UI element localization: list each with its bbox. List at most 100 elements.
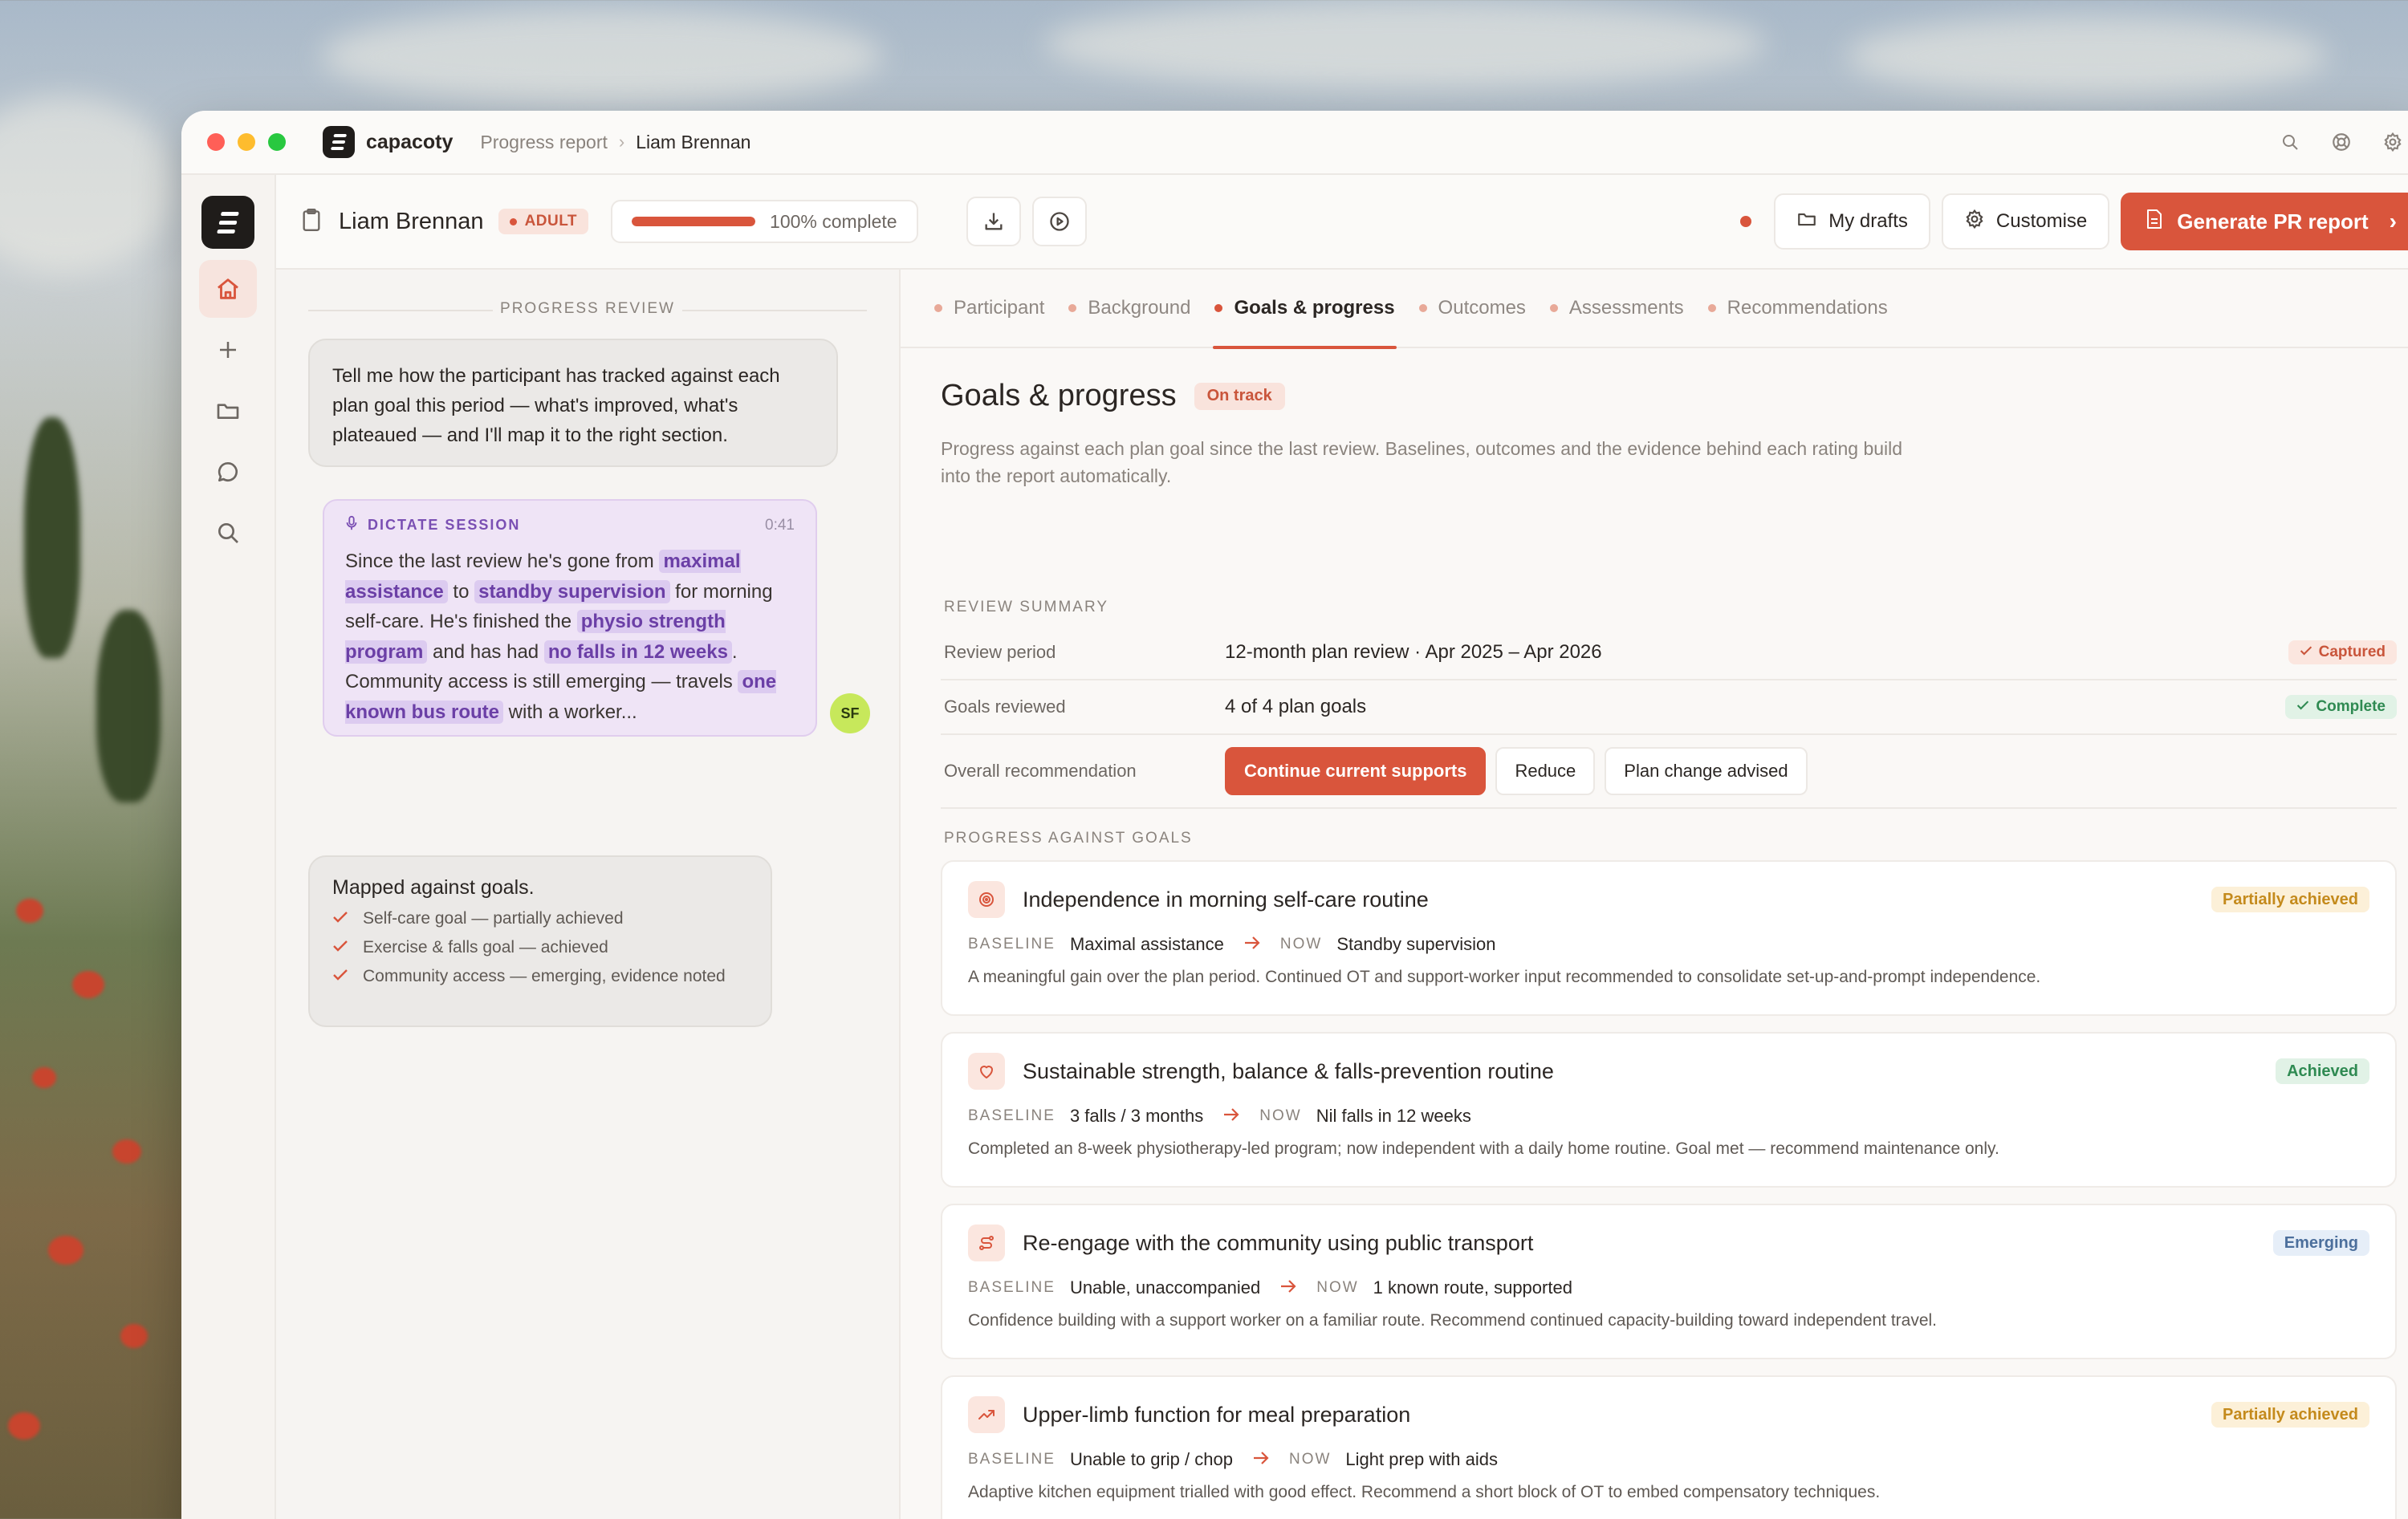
goal-description: Confidence building with a support worke…	[968, 1311, 1938, 1330]
dictate-timer: 0:41	[765, 516, 795, 534]
row-value: 12-month plan review · Apr 2025 – Apr 20…	[1225, 641, 1602, 663]
gear-icon	[1964, 209, 1985, 235]
arrow-right-icon	[1279, 1277, 1297, 1298]
tab-background[interactable]: Background	[1067, 269, 1192, 347]
check-icon	[332, 909, 348, 928]
check-icon	[2300, 644, 2312, 661]
row-label: Overall recommendation	[944, 761, 1137, 781]
baseline-label: BASELINE	[968, 1107, 1056, 1124]
section-title: Goals & progress	[941, 379, 1177, 412]
check-icon	[332, 938, 348, 957]
home-icon[interactable]	[199, 260, 257, 318]
clipboard-icon	[300, 207, 323, 237]
tab-participant[interactable]: Participant	[933, 269, 1046, 347]
close-window-button[interactable]	[207, 133, 225, 151]
trend-up-icon	[968, 1396, 1005, 1433]
goal-title: Upper-limb function for meal preparation	[1023, 1402, 1411, 1427]
customise-button[interactable]: Customise	[1941, 193, 2110, 250]
goal-title: Re-engage with the community using publi…	[1023, 1230, 1534, 1255]
check-icon	[332, 967, 348, 986]
recording-indicator	[1740, 216, 1752, 227]
dictate-label: DICTATE SESSION	[368, 517, 521, 533]
section-description: Progress against each plan goal since th…	[941, 438, 1903, 486]
goal-description: Completed an 8-week physiotherapy-led pr…	[968, 1139, 1999, 1158]
status-badge: Complete	[2285, 695, 2397, 719]
target-icon	[968, 881, 1005, 918]
option-continue-supports[interactable]: Continue current supports	[1225, 747, 1487, 795]
dictate-session-card: DICTATE SESSION 0:41 Since the last revi…	[323, 499, 817, 737]
check-icon	[2296, 698, 2309, 716]
goal-title: Independence in morning self-care routin…	[1023, 887, 1429, 912]
now-value: Nil falls in 12 weeks	[1316, 1106, 1471, 1126]
help-icon[interactable]	[2329, 130, 2353, 154]
play-button[interactable]	[1031, 197, 1087, 246]
status-badge: Partially achieved	[2211, 887, 2369, 912]
goal-card[interactable]: Upper-limb function for meal preparation…	[941, 1375, 2397, 1519]
plus-icon[interactable]	[199, 321, 257, 379]
document-icon	[2145, 209, 2164, 235]
avatar: SF	[830, 693, 870, 733]
status-badge: On track	[1194, 382, 1285, 410]
chevron-right-icon: ›	[2389, 209, 2397, 234]
my-drafts-button[interactable]: My drafts	[1774, 193, 1930, 250]
app-logo-icon[interactable]	[201, 196, 254, 249]
folder-icon[interactable]	[199, 382, 257, 440]
app-window: capacoty Progress report › Liam Brennan	[181, 111, 2408, 1519]
option-reduce[interactable]: Reduce	[1495, 747, 1596, 795]
participant-name: Liam Brennan	[339, 208, 484, 234]
option-plan-change[interactable]: Plan change advised	[1605, 747, 1808, 795]
highlight-phrase: standby supervision	[474, 579, 670, 603]
recommendation-row: Overall recommendation Continue current …	[941, 735, 2397, 809]
chat-icon[interactable]	[199, 443, 257, 501]
now-value: Standby supervision	[1336, 934, 1496, 954]
baseline-label: BASELINE	[968, 1451, 1056, 1468]
tab-outcomes[interactable]: Outcomes	[1418, 269, 1527, 347]
row-value: 4 of 4 plan goals	[1225, 696, 1367, 717]
goal-title: Sustainable strength, balance & falls-pr…	[1023, 1058, 1554, 1083]
goal-card[interactable]: Sustainable strength, balance & falls-pr…	[941, 1032, 2397, 1188]
search-icon[interactable]	[2278, 130, 2302, 154]
goal-card[interactable]: Re-engage with the community using publi…	[941, 1204, 2397, 1359]
now-label: NOW	[1288, 1451, 1332, 1468]
status-badge: Emerging	[2272, 1230, 2369, 1256]
goal-description: A meaningful gain over the plan period. …	[968, 968, 2041, 986]
row-label: Review period	[944, 642, 1056, 662]
maximize-window-button[interactable]	[268, 133, 286, 151]
now-value: 1 known route, supported	[1373, 1277, 1572, 1298]
section-tabs: Participant Background Goals & progress …	[901, 269, 2408, 349]
download-button[interactable]	[966, 197, 1021, 246]
review-summary-label: REVIEW SUMMARY	[944, 599, 1109, 615]
goal-card[interactable]: Independence in morning self-care routin…	[941, 860, 2397, 1016]
mapped-goals-message: Mapped against goals. Self-care goal — p…	[308, 855, 772, 1027]
goal-description: Adaptive kitchen equipment trialled with…	[968, 1483, 1881, 1501]
settings-gear-icon[interactable]	[2381, 130, 2405, 154]
title-bar: capacoty Progress report › Liam Brennan	[181, 111, 2408, 175]
tab-recommendations[interactable]: Recommendations	[1706, 269, 1889, 347]
tab-assessments[interactable]: Assessments	[1548, 269, 1686, 347]
search-icon[interactable]	[199, 504, 257, 562]
baseline-value: Unable to grip / chop	[1069, 1449, 1233, 1469]
list-item: Exercise & falls goal — achieved	[332, 938, 748, 957]
now-label: NOW	[1259, 1107, 1302, 1124]
minimize-window-button[interactable]	[238, 133, 255, 151]
goals-list: Independence in morning self-care routin…	[941, 860, 2397, 1519]
review-row: Goals reviewed 4 of 4 plan goals Complet…	[941, 680, 2397, 735]
arrow-right-icon	[1222, 1106, 1240, 1127]
baseline-value: 3 falls / 3 months	[1069, 1106, 1204, 1126]
chat-section-label: PROGRESS REVIEW	[276, 300, 899, 318]
highlight-phrase: no falls in 12 weeks	[543, 640, 732, 664]
baseline-value: Unable, unaccompanied	[1069, 1277, 1261, 1298]
route-icon	[968, 1225, 1005, 1261]
progress-bar	[632, 217, 756, 226]
arrow-right-icon	[1243, 934, 1261, 955]
now-value: Light prep with aids	[1345, 1449, 1498, 1469]
baseline-label: BASELINE	[968, 936, 1056, 952]
breadcrumb-current: Liam Brennan	[636, 131, 751, 152]
microphone-icon	[345, 515, 358, 535]
generate-report-button[interactable]: Generate PR report ›	[2121, 193, 2408, 250]
row-label: Goals reviewed	[944, 697, 1066, 717]
breadcrumb-progress-report[interactable]: Progress report	[480, 132, 608, 153]
review-row: Review period 12-month plan review · Apr…	[941, 626, 2397, 680]
review-summary: Review period 12-month plan review · Apr…	[941, 626, 2397, 809]
tab-goals-progress[interactable]: Goals & progress	[1213, 269, 1397, 349]
